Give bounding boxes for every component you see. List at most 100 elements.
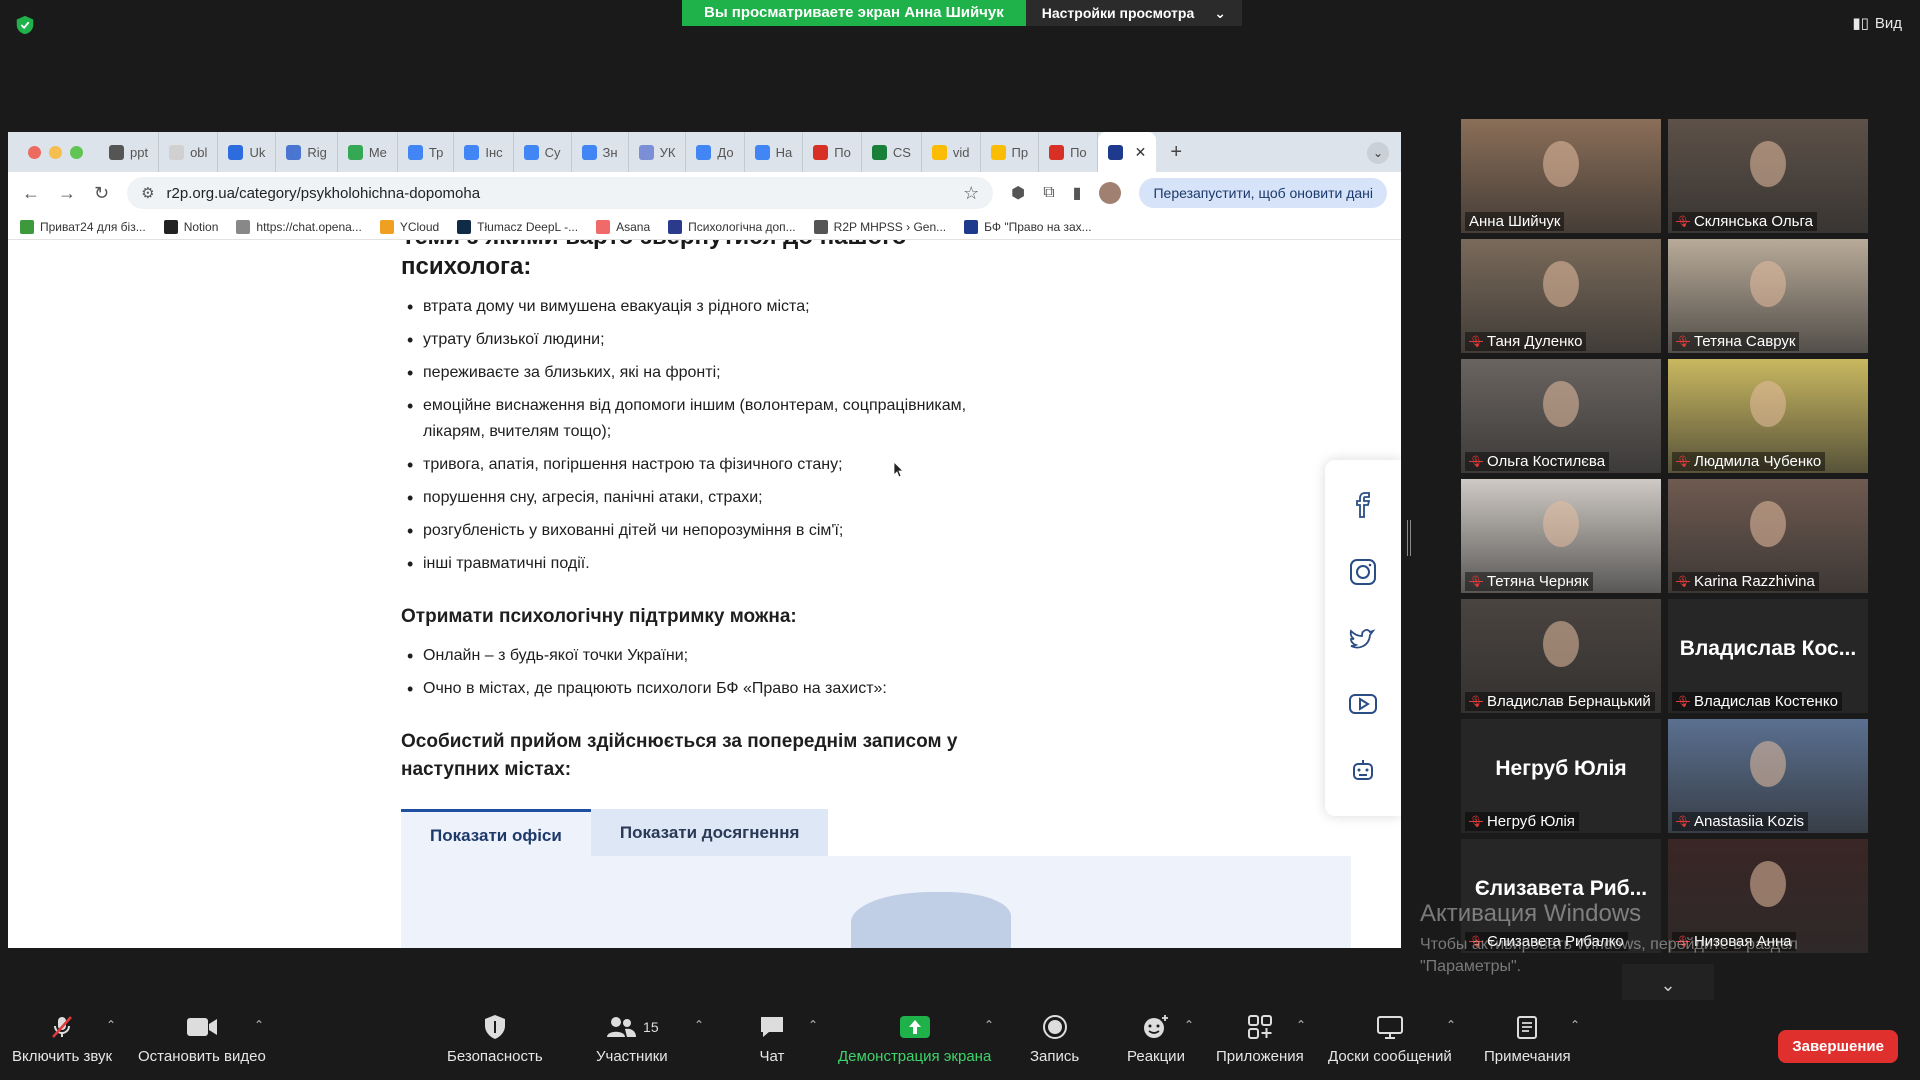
address-bar[interactable]: ⚙ r2p.org.ua/category/psykholohichna-dop… [127, 177, 994, 209]
notes-button[interactable]: Примечания [1484, 1014, 1571, 1065]
bookmark-star-icon[interactable]: ☆ [963, 183, 979, 204]
new-tab-icon[interactable]: + [1170, 141, 1182, 164]
facebook-icon[interactable] [1347, 489, 1379, 521]
participants-caret-icon[interactable]: ⌃ [694, 1018, 704, 1032]
tab-show-achievements[interactable]: Показати досягнення [590, 809, 829, 857]
bookmark-label: R2P MHPSS › Gen... [833, 219, 947, 234]
reactions-caret-icon[interactable]: ⌃ [1184, 1018, 1194, 1032]
mouse-cursor-icon [894, 462, 904, 478]
share-screen-label: Демонстрация экрана [838, 1048, 992, 1065]
notes-caret-icon[interactable]: ⌃ [1570, 1018, 1580, 1032]
participant-tile[interactable]: 🎙 Владислав Бернацький [1461, 599, 1661, 713]
browser-tab[interactable]: На [745, 132, 804, 172]
mic-muted-icon: 🎙 [1469, 816, 1483, 828]
participant-face [1543, 141, 1579, 187]
bookmark-item[interactable]: Tłumacz DeepL -... [457, 219, 578, 234]
browser-tab-active[interactable]: ✕ [1097, 132, 1157, 172]
minimize-window-icon[interactable] [49, 145, 62, 159]
side-panel-icon[interactable]: ▮ [1073, 183, 1082, 203]
whiteboards-button[interactable]: Доски сообщений [1328, 1014, 1452, 1065]
chat-button[interactable]: Чат [758, 1014, 786, 1065]
participant-tile[interactable]: Анна Шийчук [1461, 119, 1661, 233]
end-meeting-button[interactable]: Завершение [1778, 1030, 1898, 1063]
browser-tab[interactable]: ppt [99, 132, 160, 172]
bookmark-item[interactable]: Notion [163, 219, 218, 234]
youtube-icon[interactable] [1347, 688, 1379, 720]
reactions-button[interactable]: Реакции [1127, 1014, 1185, 1065]
chat-caret-icon[interactable]: ⌃ [808, 1018, 818, 1032]
extension-icon[interactable]: ⬢ [1011, 183, 1025, 203]
browser-tab[interactable]: По [803, 132, 862, 172]
browser-tab[interactable]: Су [514, 132, 572, 172]
forward-arrow-icon[interactable]: → [58, 183, 76, 204]
participant-tile[interactable]: 🎙 Людмила Чубенко [1668, 359, 1868, 473]
participant-name: Anastasiia Kozis [1693, 813, 1805, 830]
security-button[interactable]: Безопасность [447, 1014, 543, 1065]
share-screen-button[interactable]: Демонстрация экрана [838, 1014, 991, 1065]
close-tab-icon[interactable]: ✕ [1135, 144, 1147, 161]
tab-show-offices[interactable]: Показати офіси [401, 809, 591, 857]
browser-tab[interactable]: По [1039, 132, 1098, 172]
browser-tab[interactable]: CS [862, 132, 922, 172]
close-window-icon[interactable] [28, 145, 41, 159]
maximize-window-icon[interactable] [70, 145, 83, 159]
audio-options-caret-icon[interactable]: ⌃ [106, 1018, 116, 1032]
view-options-button[interactable]: Настройки просмотра ⌄ [1025, 0, 1242, 26]
view-button[interactable]: ▮▯ Вид [1852, 14, 1902, 33]
bookmark-item[interactable]: YCloud [379, 219, 439, 234]
participant-tile[interactable]: Владислав Кос... 🎙 Владислав Костенко [1668, 599, 1868, 713]
tab-label: Зн [602, 144, 618, 160]
bookmark-item[interactable]: Asana [596, 219, 650, 234]
bookmark-item[interactable]: БФ "Право на зах... [964, 219, 1092, 234]
participant-tile[interactable]: 🎙 Тетяна Саврук [1668, 239, 1868, 353]
reload-icon[interactable]: ↻ [94, 183, 109, 204]
encryption-shield-icon[interactable] [14, 14, 36, 36]
chatbot-icon[interactable] [1347, 755, 1379, 787]
panel-resize-handle[interactable] [1407, 520, 1411, 556]
relaunch-button[interactable]: Перезапустити, щоб оновити дані [1139, 178, 1387, 208]
bookmark-item[interactable]: https://chat.opena... [236, 219, 362, 234]
web-page: Теми з якими варто звернутися до нашого … [8, 240, 1401, 948]
browser-tab[interactable]: Me [338, 132, 398, 172]
browser-tab[interactable]: До [686, 132, 745, 172]
participant-tile[interactable]: 🎙 Тетяна Черняк [1461, 479, 1661, 593]
participants-button[interactable]: 15 Участники [596, 1014, 668, 1065]
browser-tab[interactable]: obl [159, 132, 219, 172]
whiteboards-caret-icon[interactable]: ⌃ [1446, 1018, 1456, 1032]
instagram-icon[interactable] [1347, 556, 1379, 588]
apps-caret-icon[interactable]: ⌃ [1296, 1018, 1306, 1032]
bookmark-item[interactable]: Приват24 для біз... [20, 219, 146, 234]
profile-avatar[interactable] [1099, 182, 1122, 204]
tab-favicon-icon [581, 144, 597, 160]
bookmark-item[interactable]: R2P MHPSS › Gen... [813, 219, 947, 234]
browser-tab[interactable]: Пр [981, 132, 1040, 172]
tab-favicon-icon [931, 144, 947, 160]
participant-tile[interactable]: Негруб Юлія 🎙 Негруб Юлія [1461, 719, 1661, 833]
participant-tile[interactable]: 🎙 Ольга Костилєва [1461, 359, 1661, 473]
browser-tab[interactable]: Rig [276, 132, 338, 172]
site-settings-icon[interactable]: ⚙ [141, 184, 154, 202]
browser-tab[interactable]: Зн [572, 132, 629, 172]
video-options-caret-icon[interactable]: ⌃ [254, 1018, 264, 1032]
bookmark-label: Психологічна доп... [688, 219, 796, 234]
participant-tile[interactable]: 🎙 Karina Razzhivina [1668, 479, 1868, 593]
browser-tab[interactable]: Uk [218, 132, 277, 172]
browser-tab[interactable]: Тр [398, 132, 455, 172]
tab-search-icon[interactable]: ⌄ [1367, 142, 1389, 164]
bookmark-item[interactable]: Психологічна доп... [668, 219, 796, 234]
share-options-caret-icon[interactable]: ⌃ [984, 1018, 994, 1032]
record-button[interactable]: Запись [1030, 1014, 1079, 1065]
browser-tab[interactable]: vid [922, 132, 981, 172]
apps-button[interactable]: Приложения [1216, 1014, 1304, 1065]
browser-tab[interactable]: Інс [454, 132, 514, 172]
participant-tile[interactable]: 🎙 Таня Дуленко [1461, 239, 1661, 353]
bookmark-favicon-icon [668, 219, 683, 234]
back-arrow-icon[interactable]: ← [22, 183, 40, 204]
extensions-puzzle-icon[interactable]: ⧉ [1043, 184, 1054, 202]
browser-tab[interactable]: УК [629, 132, 687, 172]
twitter-icon[interactable] [1347, 622, 1379, 654]
participant-tile[interactable]: 🎙 Anastasiia Kozis [1668, 719, 1868, 833]
participant-tile[interactable]: 🎙 Склянська Ольга [1668, 119, 1868, 233]
unmute-button[interactable]: Включить звук [12, 1014, 112, 1065]
stop-video-button[interactable]: Остановить видео [138, 1014, 266, 1065]
